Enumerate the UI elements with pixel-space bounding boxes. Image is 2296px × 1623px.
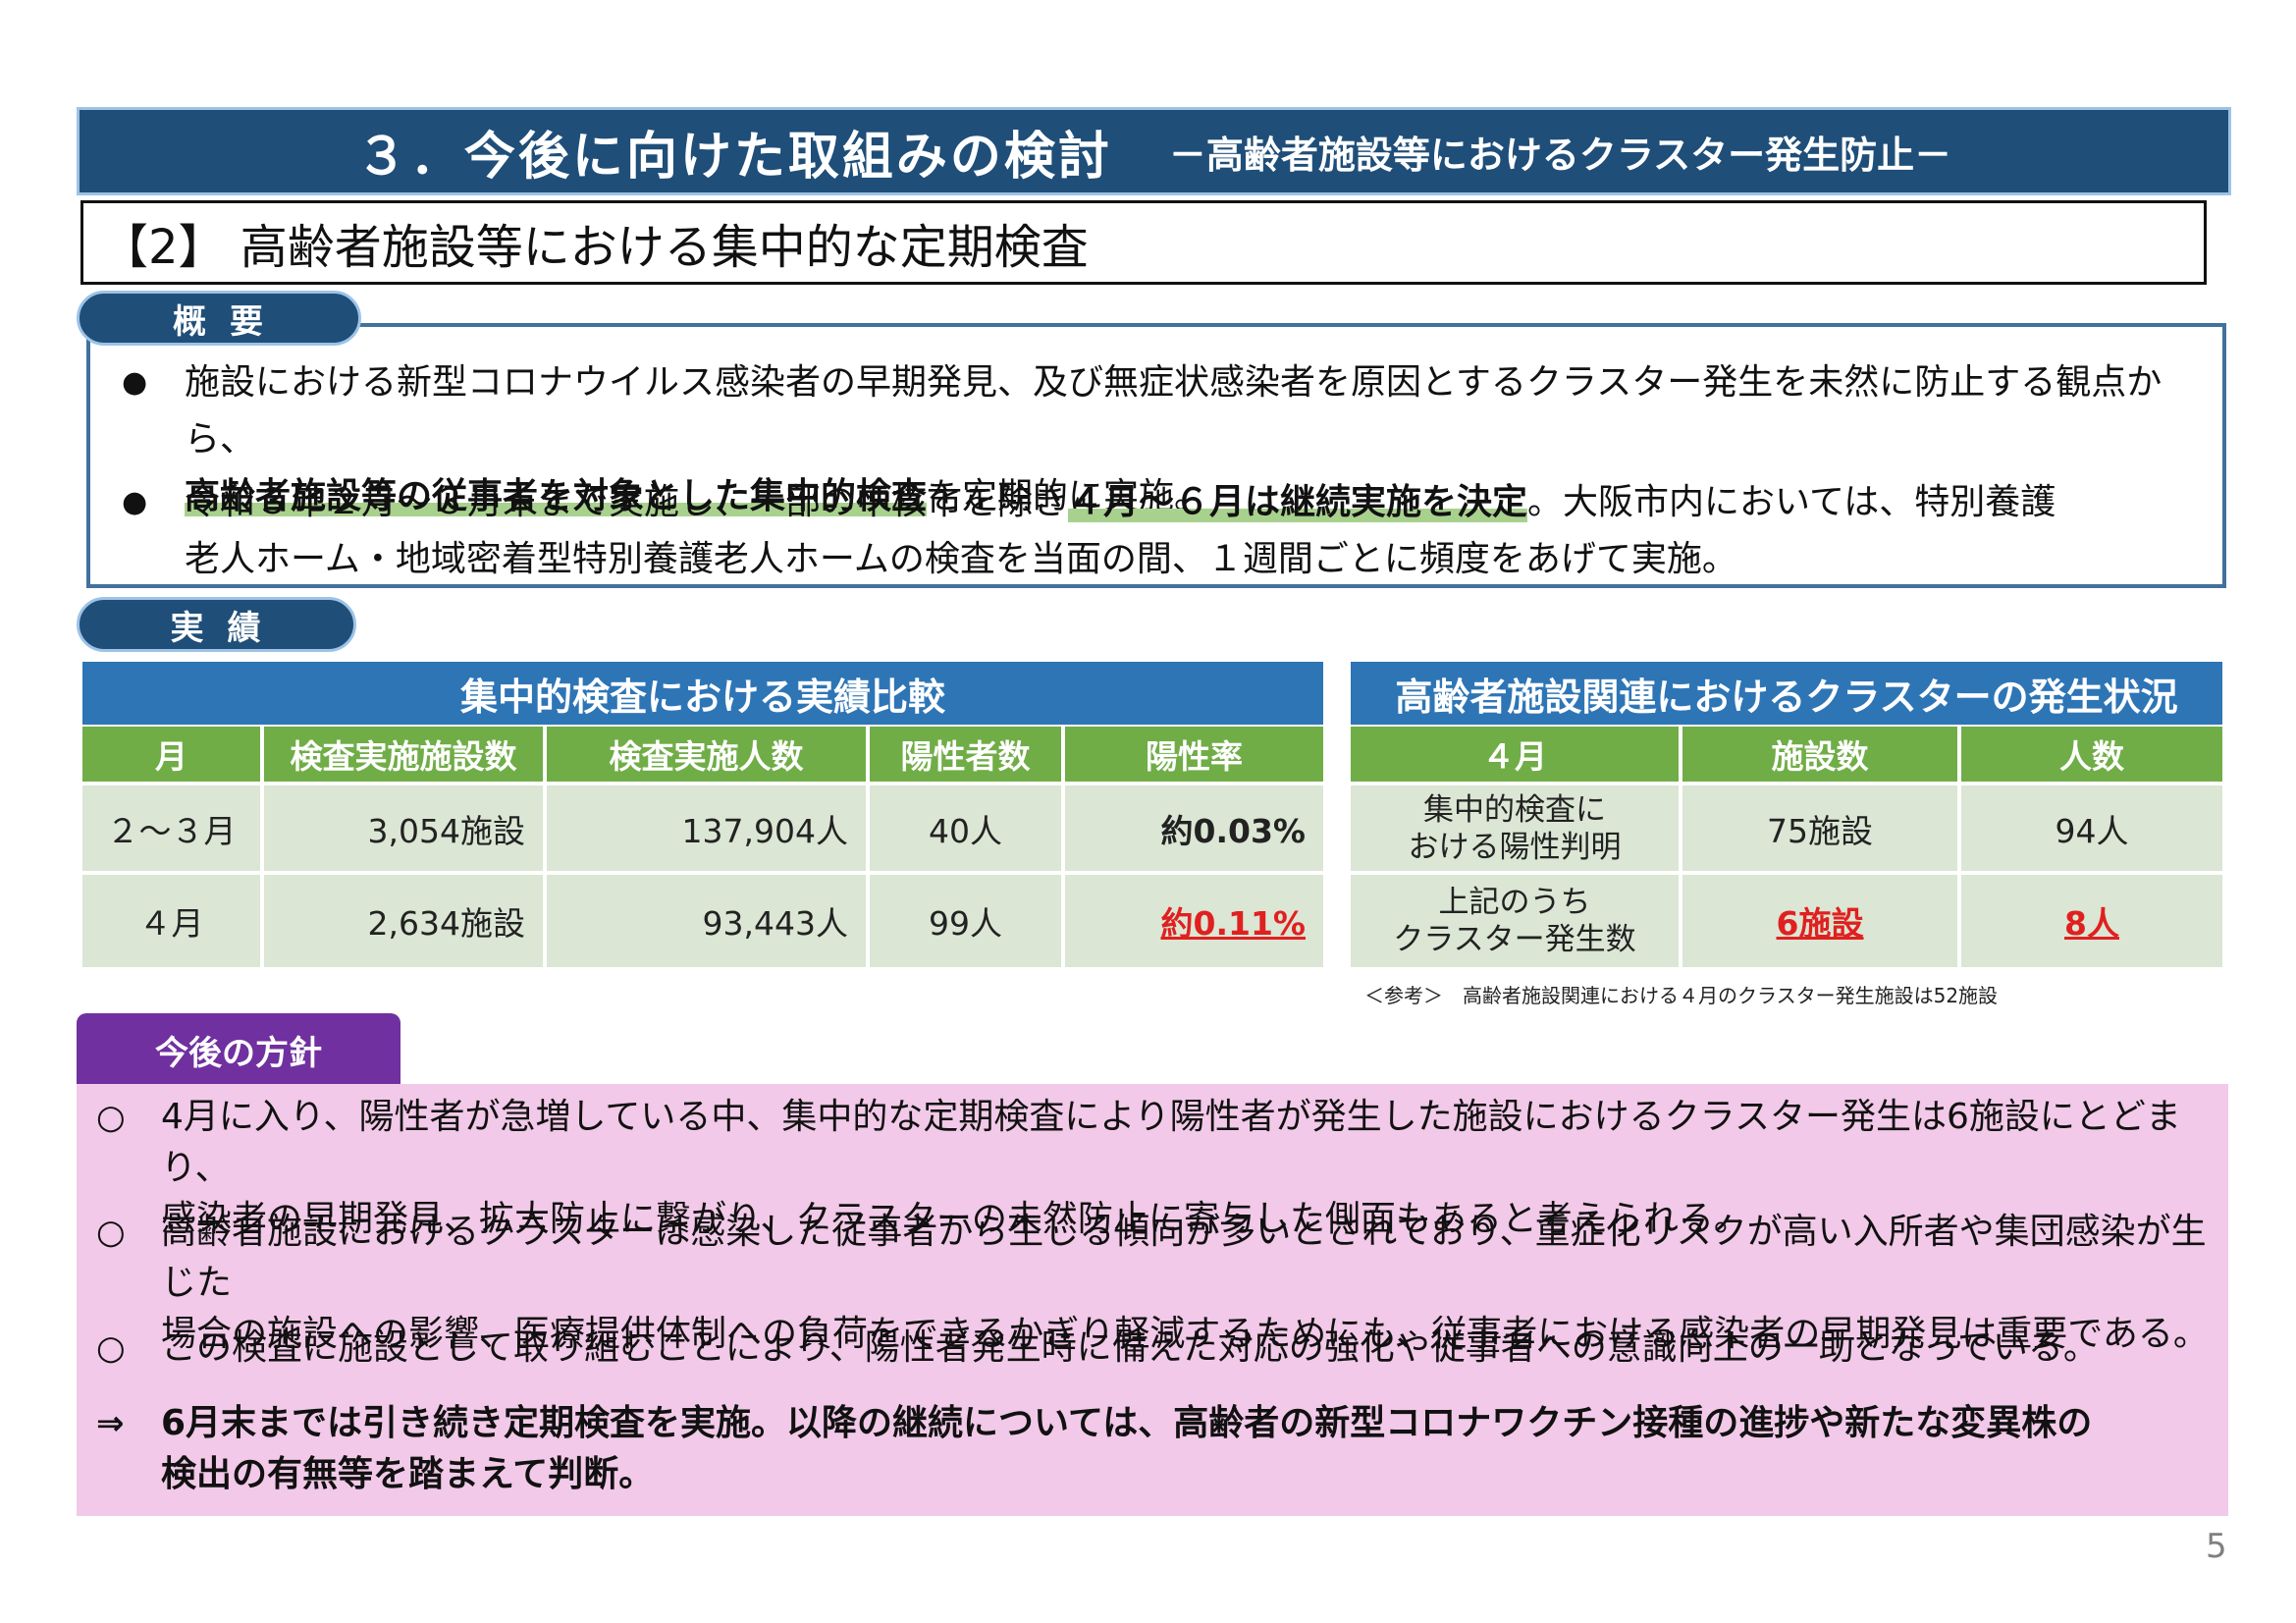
table2-title: 高齢者施設関連におけるクラスターの発生状況 [1351,662,2222,725]
overview-bullet: ● 令和３年２月～３月末まで実施し、一部の中核市を除き４月～６月は継続実施を決定… [122,474,2207,588]
row-label-line: 上記のうち [1438,885,1591,920]
title-bar: ３．今後に向けた取組みの検討 －高齢者施設等におけるクラスター発生防止－ [77,107,2231,195]
arrow-mark: ⇒ [96,1404,125,1443]
table-cell: ２～３月 [82,785,260,871]
table-cell: 3,054施設 [264,785,543,871]
overview-bullet-line: 施設における新型コロナウイルス感染者の早期発見、及び無症状感染者を原因とするクラ… [185,362,2163,460]
circle-mark: ○ [96,1098,126,1137]
results-label: 実績 [77,597,356,652]
reference-note: ＜参考＞ 高齢者施設関連における４月のクラスター発生施設は52施設 [1364,984,1999,1007]
table-cell: 約0.11% [1065,875,1323,967]
bullet-mark: ● [122,365,148,400]
emphasis-value: 6施設 [1776,904,1864,943]
overview-text: 。大阪市内においては、特別養護 [1527,482,2056,522]
table-cell: 93,443人 [547,875,866,967]
table-header: 施設数 [1682,727,1957,782]
bullet-mark: ● [122,485,148,519]
table-cell: 94人 [1961,785,2222,871]
table-cell: 上記のうち クラスター発生数 [1351,875,1679,967]
table-cell: 集中的検査に おける陽性判明 [1351,785,1679,871]
table2: ４月 施設数 人数 集中的検査に おける陽性判明 75施設 94人 上記のうち … [1351,727,2222,967]
table-header: 検査実施人数 [547,727,866,782]
overview-bullet-line: 令和３年２月～３月末まで実施し、一部の中核市を除き４月～６月は継続実施を決定。大… [185,474,2207,531]
overview-text: 令和３年２月～３月末まで実施し、一部の中核市を除き [185,482,1069,522]
emphasis-value: 8人 [2064,904,2119,943]
section-heading: 【2】 高齢者施設等における集中的な定期検査 [80,200,2207,285]
page-number: 5 [2206,1527,2227,1566]
policy-item: ○ この検査に施設として取り組むことにより、陽性者発生時に備えた対応の強化や従事… [96,1323,2222,1374]
row-label-line: クラスター発生数 [1393,922,1636,957]
overview-bullet-line: 老人ホーム・地域密着型特別養護老人ホームの検査を当面の間、１週間ごとに頻度をあげ… [185,539,1737,579]
section-heading-text: 【2】 高齢者施設等における集中的な定期検査 [101,220,1089,275]
table-header: 人数 [1961,727,2222,782]
policy-line: この検査に施設として取り組むことにより、陽性者発生時に備えた対応の強化や従事者へ… [161,1327,2099,1368]
table-cell: 約0.03% [1065,785,1323,871]
policy-line: 6月末までは引き続き定期検査を実施。以降の継続については、高齢者の新型コロナワク… [161,1403,2093,1443]
table-header: 月 [82,727,260,782]
table-header: 検査実施施設数 [264,727,543,782]
circle-mark: ○ [96,1213,126,1252]
table-cell: 75施設 [1682,785,1957,871]
policy-line: 4月に入り、陽性者が急増している中、集中的な定期検査により陽性者が発生した施設に… [161,1097,2181,1188]
table-cell: 137,904人 [547,785,866,871]
overview-label: 概要 [77,291,361,346]
table-header: 陽性率 [1065,727,1323,782]
circle-mark: ○ [96,1328,126,1368]
table-cell: 6施設 [1682,875,1957,967]
page-title: ３．今後に向けた取組みの検討 [355,127,1112,187]
row-label-line: おける陽性判明 [1408,829,1622,865]
emphasis-value: 約0.11% [1160,904,1307,943]
table-cell: 2,634施設 [264,875,543,967]
row-label-line: 集中的検査に [1423,791,1606,828]
overview-box: ● 施設における新型コロナウイルス感染者の早期発見、及び無症状感染者を原因とする… [86,323,2226,588]
table-cell: ４月 [82,875,260,967]
table-cell: 8人 [1961,875,2222,967]
policy-line: 検出の有無等を踏まえて判断。 [161,1454,655,1494]
policy-line: 高齢者施設におけるクラスターは感染した従事者から生じる傾向が多いとされており、重… [161,1212,2207,1303]
policy-conclusion: ⇒ 6月末までは引き続き定期検査を実施。以降の継続については、高齢者の新型コロナ… [96,1398,2222,1500]
table-header: ４月 [1351,727,1679,782]
policy-box: ○ 4月に入り、陽性者が急増している中、集中的な定期検査により陽性者が発生した施… [77,1084,2228,1516]
page-subtitle: －高齢者施設等におけるクラスター発生防止－ [1168,133,1952,177]
table-cell: 40人 [870,785,1061,871]
table-cell: 99人 [870,875,1061,967]
table1: 月 検査実施施設数 検査実施人数 陽性者数 陽性率 ２～３月 3,054施設 1… [82,727,1323,967]
highlight-text: ４月～６月は継続実施を決定 [1068,482,1528,522]
policy-label: 今後の方針 [77,1013,400,1086]
table-header: 陽性者数 [870,727,1061,782]
table1-title: 集中的検査における実績比較 [82,662,1323,725]
